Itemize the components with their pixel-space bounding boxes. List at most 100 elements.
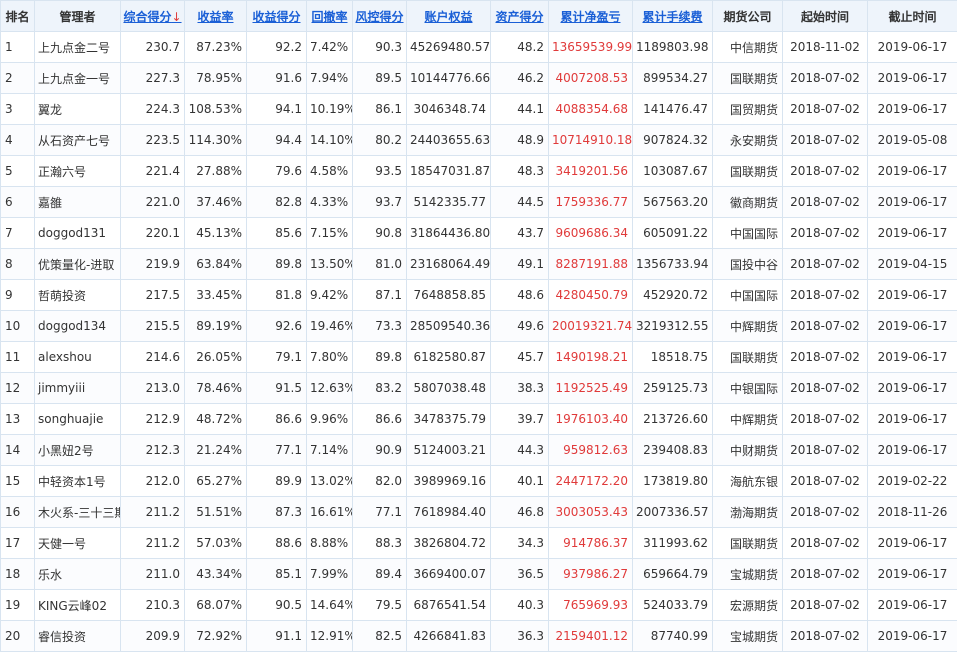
header-fees[interactable]: 累计手续费 [633, 1, 713, 32]
cell-composite-score: 223.5 [121, 125, 185, 156]
cell-net-profit: 1976103.40 [549, 404, 633, 435]
cell-asset-score: 46.8 [491, 497, 549, 528]
cell-return-score: 89.9 [247, 466, 307, 497]
cell-asset-score: 34.3 [491, 528, 549, 559]
cell-manager[interactable]: 哲萌投资 [35, 280, 121, 311]
cell-rank: 15 [1, 466, 35, 497]
cell-equity: 3989969.16 [407, 466, 491, 497]
header-return-score[interactable]: 收益得分 [247, 1, 307, 32]
cell-composite-score: 214.6 [121, 342, 185, 373]
cell-return-score: 86.6 [247, 404, 307, 435]
table-row: 12jimmyiii213.078.46%91.512.63%83.258070… [1, 373, 957, 404]
cell-end-date: 2019-06-17 [868, 156, 957, 187]
cell-net-profit: 8287191.88 [549, 249, 633, 280]
cell-manager[interactable]: 睿信投资 [35, 621, 121, 652]
header-row: 排名 管理者 综合得分↓ 收益率 收益得分 回撤率 风控得分 账户权益 资产得分… [1, 1, 957, 32]
cell-equity: 31864436.80 [407, 218, 491, 249]
cell-composite-score: 213.0 [121, 373, 185, 404]
cell-start-date: 2018-07-02 [783, 125, 868, 156]
header-equity[interactable]: 账户权益 [407, 1, 491, 32]
cell-risk-score: 79.5 [353, 590, 407, 621]
cell-rank: 12 [1, 373, 35, 404]
cell-return-score: 81.8 [247, 280, 307, 311]
cell-manager[interactable]: 从石资产七号 [35, 125, 121, 156]
cell-manager[interactable]: alexshou [35, 342, 121, 373]
cell-manager[interactable]: 小黑妞2号 [35, 435, 121, 466]
cell-drawdown: 7.80% [307, 342, 353, 373]
cell-return-score: 94.1 [247, 94, 307, 125]
cell-manager[interactable]: doggod131 [35, 218, 121, 249]
cell-manager[interactable]: 嘉雒 [35, 187, 121, 218]
cell-asset-score: 45.7 [491, 342, 549, 373]
cell-end-date: 2019-06-17 [868, 94, 957, 125]
cell-equity: 28509540.36 [407, 311, 491, 342]
cell-drawdown: 8.88% [307, 528, 353, 559]
cell-net-profit: 1759336.77 [549, 187, 633, 218]
cell-composite-score: 227.3 [121, 63, 185, 94]
cell-broker: 国联期货 [713, 528, 783, 559]
cell-manager[interactable]: 木火系-三十三期 [35, 497, 121, 528]
cell-manager[interactable]: songhuajie [35, 404, 121, 435]
cell-start-date: 2018-07-02 [783, 156, 868, 187]
header-risk-score[interactable]: 风控得分 [353, 1, 407, 32]
cell-broker: 永安期货 [713, 125, 783, 156]
cell-fees: 605091.22 [633, 218, 713, 249]
table-row: 16木火系-三十三期211.251.51%87.316.61%77.176189… [1, 497, 957, 528]
cell-manager[interactable]: KING云峰02 [35, 590, 121, 621]
table-row: 17天健一号211.257.03%88.68.88%88.33826804.72… [1, 528, 957, 559]
cell-manager[interactable]: 翼龙 [35, 94, 121, 125]
cell-start-date: 2018-07-02 [783, 435, 868, 466]
header-returns[interactable]: 收益率 [185, 1, 247, 32]
table-row: 10doggod134215.589.19%92.619.46%73.32850… [1, 311, 957, 342]
cell-equity: 6182580.87 [407, 342, 491, 373]
cell-broker: 中财期货 [713, 435, 783, 466]
cell-drawdown: 14.10% [307, 125, 353, 156]
cell-manager[interactable]: jimmyiii [35, 373, 121, 404]
cell-return-score: 82.8 [247, 187, 307, 218]
table-row: 5正瀚六号221.427.88%79.64.58%93.518547031.87… [1, 156, 957, 187]
cell-manager[interactable]: 上九点金一号 [35, 63, 121, 94]
cell-equity: 4266841.83 [407, 621, 491, 652]
cell-broker: 海航东银 [713, 466, 783, 497]
cell-composite-score: 230.7 [121, 32, 185, 63]
cell-manager[interactable]: 天健一号 [35, 528, 121, 559]
cell-returns: 48.72% [185, 404, 247, 435]
cell-equity: 3669400.07 [407, 559, 491, 590]
cell-manager[interactable]: doggod134 [35, 311, 121, 342]
cell-end-date: 2019-04-15 [868, 249, 957, 280]
cell-asset-score: 43.7 [491, 218, 549, 249]
cell-manager[interactable]: 乐水 [35, 559, 121, 590]
cell-rank: 17 [1, 528, 35, 559]
cell-drawdown: 12.91% [307, 621, 353, 652]
cell-equity: 45269480.57 [407, 32, 491, 63]
cell-net-profit: 765969.93 [549, 590, 633, 621]
cell-composite-score: 210.3 [121, 590, 185, 621]
cell-rank: 10 [1, 311, 35, 342]
cell-risk-score: 82.0 [353, 466, 407, 497]
cell-returns: 87.23% [185, 32, 247, 63]
header-net-profit[interactable]: 累计净盈亏 [549, 1, 633, 32]
cell-rank: 6 [1, 187, 35, 218]
cell-asset-score: 48.2 [491, 32, 549, 63]
header-drawdown[interactable]: 回撤率 [307, 1, 353, 32]
cell-fees: 899534.27 [633, 63, 713, 94]
header-composite-score[interactable]: 综合得分↓ [121, 1, 185, 32]
header-asset-score[interactable]: 资产得分 [491, 1, 549, 32]
ranking-table: 排名 管理者 综合得分↓ 收益率 收益得分 回撤率 风控得分 账户权益 资产得分… [0, 0, 957, 652]
cell-returns: 78.46% [185, 373, 247, 404]
cell-start-date: 2018-07-02 [783, 466, 868, 497]
cell-asset-score: 44.1 [491, 94, 549, 125]
cell-start-date: 2018-07-02 [783, 63, 868, 94]
cell-risk-score: 81.0 [353, 249, 407, 280]
cell-manager[interactable]: 上九点金二号 [35, 32, 121, 63]
cell-risk-score: 90.9 [353, 435, 407, 466]
cell-manager[interactable]: 中轻资本1号 [35, 466, 121, 497]
cell-return-score: 92.6 [247, 311, 307, 342]
cell-return-score: 90.5 [247, 590, 307, 621]
cell-composite-score: 219.9 [121, 249, 185, 280]
cell-fees: 18518.75 [633, 342, 713, 373]
cell-drawdown: 12.63% [307, 373, 353, 404]
cell-fees: 659664.79 [633, 559, 713, 590]
cell-manager[interactable]: 正瀚六号 [35, 156, 121, 187]
cell-manager[interactable]: 优策量化-进取 [35, 249, 121, 280]
